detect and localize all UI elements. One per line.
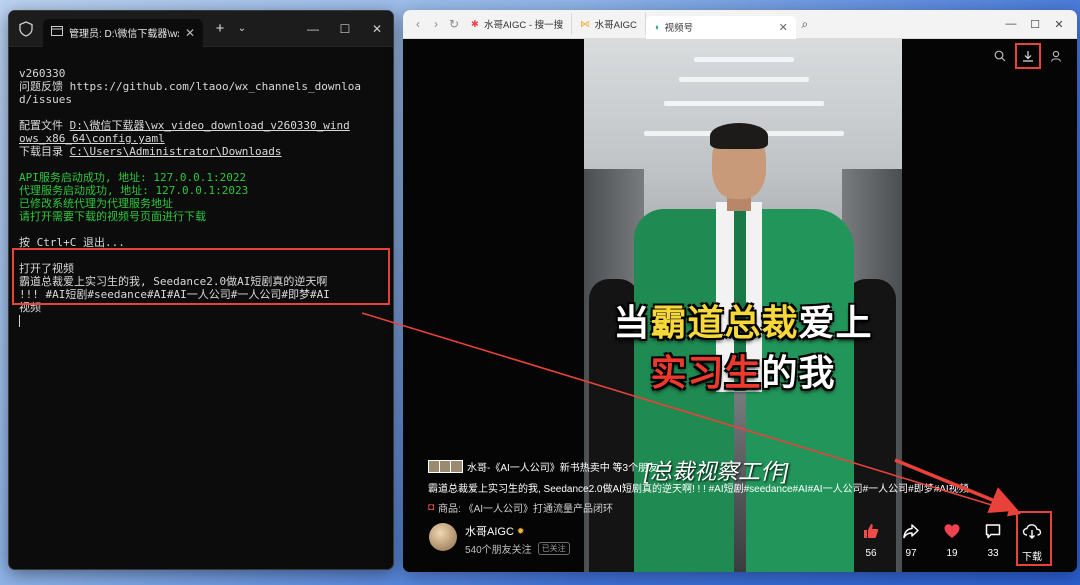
download-button[interactable]: 下载 — [1017, 520, 1047, 563]
verified-badge-icon: ✹ — [516, 525, 525, 536]
shield-icon — [17, 20, 35, 38]
tab-channels[interactable]: ◖ 视频号 ✕ — [645, 15, 796, 39]
tab-label: 水哥AIGC — [594, 20, 637, 31]
terminal-line: 配置文件 D:\微信下载器\wx_video_download_v260330_… — [19, 119, 350, 132]
tab-label: 水哥AIGC - 搜一搜 — [483, 20, 564, 31]
friend-avatars — [428, 460, 463, 473]
overlay-title-line1: 当霸道总裁爱上 — [613, 303, 873, 344]
terminal-line: v260330 — [19, 67, 66, 80]
minimize-button[interactable]: — — [999, 18, 1023, 31]
author-name[interactable]: 水哥AIGC ✹ — [465, 523, 524, 539]
channels-player: 当霸道总裁爱上 实习生的我 [总裁视察工作] 水哥-《AI一人公司》新书热卖中 … — [403, 39, 1077, 572]
terminal-line: 问题反馈 https://github.com/ltaoo/wx_channel… — [19, 80, 362, 93]
terminal-titlebar: 管理员: D:\微信下载器\wx_vide ✕ + ⌄ — ☐ ✕ — [9, 11, 393, 47]
search-icon[interactable] — [991, 47, 1009, 65]
browser-window-controls: — ☐ ✕ — [999, 18, 1071, 31]
terminal-line: 按 Ctrl+C 退出... — [19, 236, 125, 249]
followed-badge: 已关注 — [537, 542, 570, 555]
terminal-line: 视频 — [19, 301, 41, 314]
close-button[interactable]: ✕ — [361, 11, 393, 46]
close-button[interactable]: ✕ — [1047, 18, 1071, 31]
maximize-button[interactable]: ☐ — [1023, 18, 1047, 31]
terminal-window: 管理员: D:\微信下载器\wx_vide ✕ + ⌄ — ☐ ✕ v26033… — [8, 10, 394, 570]
terminal-line: 请打开需要下载的视频号页面进行下载 — [19, 210, 206, 223]
product-link[interactable]: ◘ 商品: 《AI一人公司》打通流量产品闭环 — [428, 500, 613, 515]
back-icon[interactable]: ‹ — [409, 17, 427, 31]
account-site-icon: ⋈ — [580, 18, 590, 30]
terminal-line: 代理服务启动成功, 地址: 127.0.0.1:2023 — [19, 184, 249, 197]
maximize-button[interactable]: ☐ — [329, 11, 361, 46]
terminal-cursor — [19, 315, 20, 327]
terminal-line: 已修改系统代理为代理服务地址 — [19, 197, 173, 210]
tab-label: 视频号 — [664, 23, 694, 34]
friends-watching[interactable]: 水哥-《AI一人公司》新书热卖中 等3个朋友 — [428, 459, 658, 474]
heart-icon — [937, 520, 967, 542]
terminal-line: !!! #AI短剧#seedance#AI#AI一人公司#一人公司#即梦#AI — [19, 288, 330, 301]
download-icon[interactable] — [1015, 43, 1041, 69]
reload-icon[interactable]: ↻ — [445, 17, 463, 31]
chevron-down-icon[interactable]: ⌄ — [231, 23, 253, 34]
video-description: 霸道总裁爱上实习生的我, Seedance2.0做AI短剧真的逆天啊! ! ! … — [428, 484, 969, 495]
search-icon[interactable]: ⌕ — [796, 17, 814, 32]
minimize-button[interactable]: — — [297, 11, 329, 46]
avatar[interactable] — [429, 523, 457, 551]
terminal-output[interactable]: v260330 问题反馈 https://github.com/ltaoo/wx_… — [9, 47, 393, 327]
terminal-tab[interactable]: 管理员: D:\微信下载器\wx_vide ✕ — [43, 18, 203, 47]
like-button[interactable]: 56 — [856, 520, 886, 559]
comment-button[interactable]: 33 — [978, 520, 1008, 559]
terminal-tab-title: 管理员: D:\微信下载器\wx_vide — [69, 29, 179, 40]
comment-icon — [978, 520, 1008, 542]
terminal-tab-icon — [51, 26, 63, 39]
share-icon — [896, 520, 926, 542]
tab-search[interactable]: ✱ 水哥AIGC - 搜一搜 — [463, 13, 573, 35]
new-tab-button[interactable]: + — [209, 20, 231, 37]
search-site-icon: ✱ — [471, 18, 479, 30]
overlay-title-line2: 实习生的我 — [650, 353, 836, 394]
user-icon[interactable] — [1047, 47, 1065, 65]
forward-icon[interactable]: › — [427, 17, 445, 31]
close-tab-icon[interactable]: ✕ — [185, 26, 195, 40]
share-button[interactable]: 97 — [896, 520, 926, 559]
cloud-download-icon — [1017, 520, 1047, 542]
terminal-line: 下载目录 C:\Users\Administrator\Downloads — [19, 145, 282, 158]
player-top-actions — [991, 43, 1077, 69]
terminal-line: ows_x86_64\config.yaml — [19, 132, 165, 145]
favorite-button[interactable]: 19 — [937, 520, 967, 559]
terminal-line: API服务启动成功, 地址: 127.0.0.1:2022 — [19, 171, 247, 184]
thumbs-up-icon — [856, 520, 886, 542]
terminal-line: 打开了视频 — [19, 262, 74, 275]
tab-account[interactable]: ⋈ 水哥AIGC — [572, 13, 646, 35]
browser-window: ‹ › ↻ ✱ 水哥AIGC - 搜一搜 ⋈ 水哥AIGC ◖ 视频号 ✕ ⌕ … — [403, 10, 1077, 572]
shopping-bag-icon: ◘ — [428, 502, 435, 513]
terminal-line: d/issues — [19, 93, 72, 106]
close-tab-icon[interactable]: ✕ — [779, 21, 788, 34]
terminal-line: 霸道总裁爱上实习生的我, Seedance2.0做AI短剧真的逆天啊 — [19, 275, 328, 288]
author-followers: 540个朋友关注 已关注 — [465, 541, 570, 556]
channels-site-icon: ◖ — [653, 21, 660, 33]
browser-tabbar: ‹ › ↻ ✱ 水哥AIGC - 搜一搜 ⋈ 水哥AIGC ◖ 视频号 ✕ ⌕ … — [403, 10, 1077, 39]
terminal-window-controls: — ☐ ✕ — [297, 11, 393, 46]
